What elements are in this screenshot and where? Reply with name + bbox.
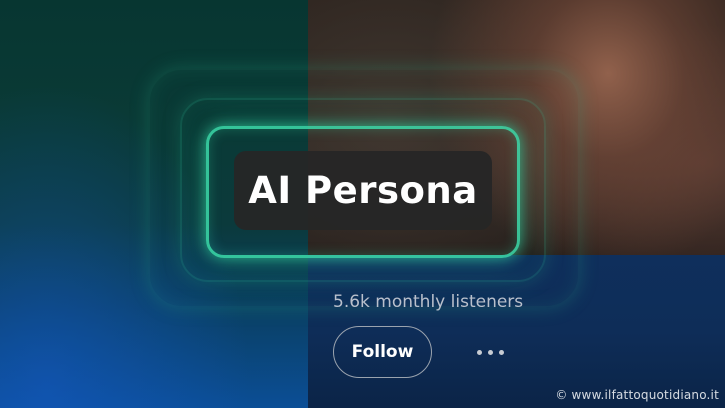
artist-header: AI Persona 5.6k monthly listeners Follow… xyxy=(0,0,725,408)
artist-name: AI Persona xyxy=(248,169,478,212)
title-chip: AI Persona xyxy=(234,151,492,230)
follow-button[interactable]: Follow xyxy=(333,326,432,378)
watermark: © www.ilfattoquotidiano.it xyxy=(555,388,719,402)
dot xyxy=(476,349,482,355)
dot xyxy=(498,349,504,355)
more-options-icon[interactable] xyxy=(470,340,510,364)
monthly-listeners: 5.6k monthly listeners xyxy=(333,292,524,312)
dot xyxy=(487,349,493,355)
